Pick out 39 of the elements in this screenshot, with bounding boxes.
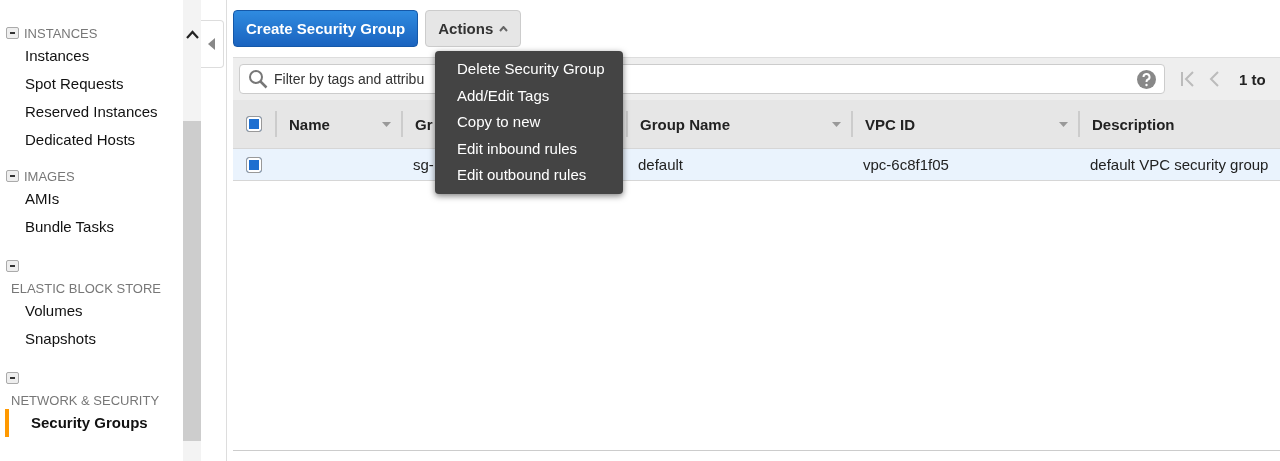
section-heading: ELASTIC BLOCK STORE [11,280,162,296]
nav-item[interactable]: Spot Requests [0,70,183,98]
row-checkbox[interactable] [246,156,262,173]
section-heading: NETWORK & SECURITY [11,392,160,408]
column-header[interactable]: Description [1078,111,1280,137]
table-cell-text: vpc-6c8f1f05 [862,156,950,173]
table-cell-text: default VPC security group [1089,156,1270,173]
collapse-icon[interactable] [6,27,19,39]
section-heading: INSTANCES [24,25,98,41]
collapse-icon[interactable] [6,260,19,272]
create-button[interactable]: Create Security Group [233,10,419,47]
collapse-icon[interactable] [6,170,19,182]
nav-item[interactable]: AMIs [0,185,183,213]
nav-item[interactable]: Bundle Tasks [0,213,183,241]
nav-item[interactable]: Dedicated Hosts [0,126,183,154]
page-range: 1 to [1239,70,1266,88]
select-all-checkbox[interactable] [246,116,262,132]
column-header[interactable]: Name [275,111,401,137]
scrollbar[interactable] [183,0,201,461]
caret-left-icon [207,38,215,50]
chevron-up-icon[interactable] [185,30,199,39]
section-heading: IMAGES [24,168,75,184]
actions-button[interactable]: Actions [425,10,522,47]
collapse-icon[interactable] [6,372,19,384]
menu-item[interactable]: Copy to new [435,109,623,136]
caret-icon [499,25,509,32]
sort-caret-icon[interactable] [1059,121,1068,127]
column-header[interactable]: Group Name [626,111,851,137]
nav-item[interactable]: Volumes [0,297,183,325]
nav-item[interactable]: Instances [0,42,183,70]
search-icon [248,69,268,89]
table-cell-text: default [637,156,685,173]
nav-item[interactable]: Snapshots [0,325,183,353]
column-header[interactable]: VPC ID [851,111,1078,137]
nav-item[interactable]: Reserved Instances [0,98,183,126]
help-icon[interactable] [1137,69,1156,89]
sort-caret-icon[interactable] [382,121,391,127]
sort-caret-icon[interactable] [832,121,841,127]
table-cell-text: sg- [412,156,435,173]
